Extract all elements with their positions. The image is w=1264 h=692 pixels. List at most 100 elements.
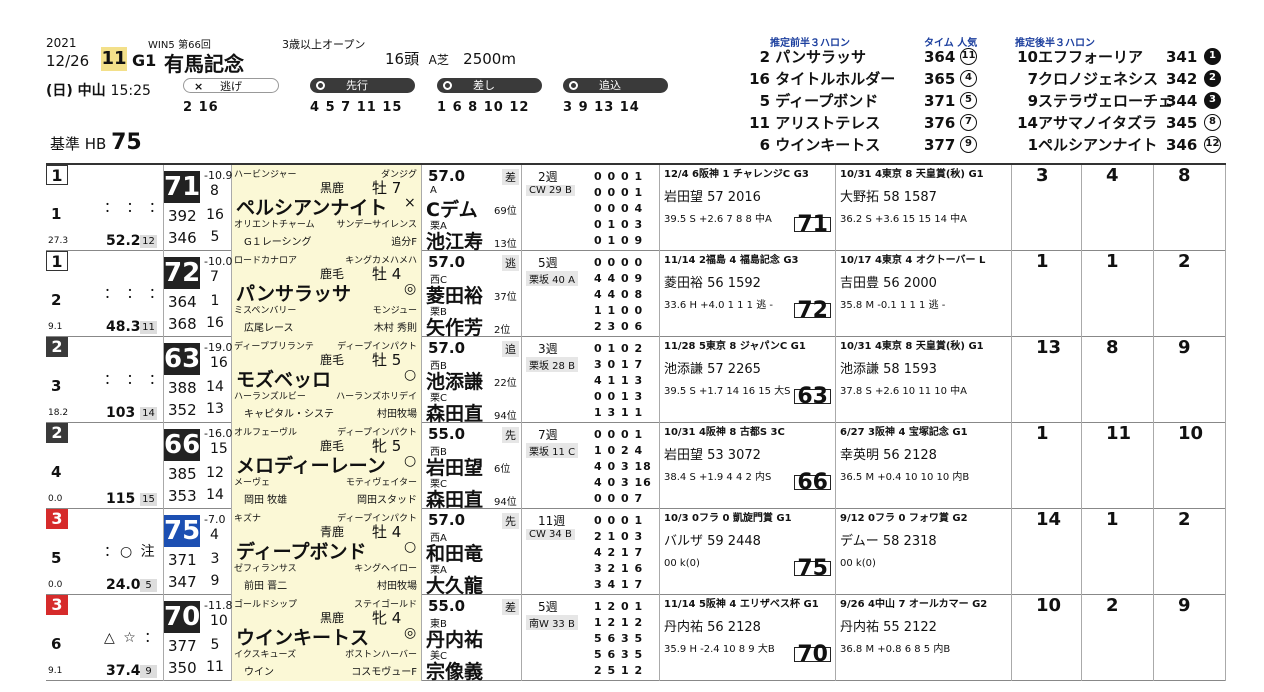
past-race-4[interactable]: 2: [1082, 595, 1154, 681]
horse-info-cell[interactable]: ロードカナロア キングカメハメハ 鹿毛 牡 4 パンサラッサ ◎ ミスペンバリー…: [232, 251, 422, 337]
past-race-4[interactable]: 4: [1082, 165, 1154, 251]
record-row: 0 0 0 1: [594, 514, 644, 527]
past-race-title: 12/4 6阪神 1 チャレンジC G3: [664, 169, 809, 180]
past-race-2[interactable]: 10/31 4東京 8 天皇賞(秋) G1 大野拓 58 1587 36.2 S…: [836, 165, 1012, 251]
past-race-5[interactable]: 10: [1154, 423, 1226, 509]
sex-age: 牡 4: [372, 265, 402, 283]
early-rank: 12: [206, 465, 224, 481]
race-header: 2021 WIN5 第66回 12/26 11 G1 有馬記念 3歳以上オープン…: [0, 0, 1264, 160]
past-race-5[interactable]: 2: [1154, 509, 1226, 595]
jockey-rank: 69位: [494, 206, 517, 217]
past-race-5[interactable]: 9: [1154, 595, 1226, 681]
horse-info-cell[interactable]: キズナ ディープインパクト 青鹿 牡 4 ディープボンド ○ ゼフィランサス キ…: [232, 509, 422, 595]
past-race-5[interactable]: 2: [1154, 251, 1226, 337]
list-item: 1ペルシアンナイト 346 12: [1027, 136, 1221, 154]
past-race-1[interactable]: 11/14 2福島 4 福島記念 G3 菱田裕 56 1592 33.6 H +…: [660, 251, 836, 337]
past-race-4[interactable]: 11: [1082, 423, 1154, 509]
past-race-1[interactable]: 12/4 6阪神 1 チャレンジC G3 岩田望 57 2016 39.5 S …: [660, 165, 836, 251]
past-race-2[interactable]: 9/12 0フラ 0 フォワ賞 G2 デムー 58 2318 00 k(0): [836, 509, 1012, 595]
past-race-2[interactable]: 6/27 3阪神 4 宝塚記念 G1 幸英明 56 2128 36.5 M +0…: [836, 423, 1012, 509]
table-row[interactable]: 1 2 ： ： ： 9.1 48.3 11 72 -10.0 7 364 1 3…: [46, 251, 1226, 339]
finish-position: 1: [1106, 251, 1119, 272]
horse-info-cell[interactable]: ハービンジャー ダンジグ 黒鹿 牡 7 ペルシアンナイト × オリエントチャーム…: [232, 165, 422, 251]
horse-info-cell[interactable]: オルフェーヴル ディープインパクト 鹿毛 牝 5 メロディーレーン ○ メーヴェ…: [232, 423, 422, 509]
horse-info-cell[interactable]: ゴールドシップ ステイゴールド 黒鹿 牝 4 ウインキートス ◎ イクスキューズ…: [232, 595, 422, 681]
past-race-2[interactable]: 10/17 4東京 4 オクトーバー L 吉田豊 56 2000 35.8 M …: [836, 251, 1012, 337]
rating-diff: -11.8: [204, 599, 233, 612]
record-row: 4 2 1 7: [594, 546, 644, 559]
past-race-2[interactable]: 10/31 4東京 8 天皇賞(秋) G1 池添謙 58 1593 37.8 S…: [836, 337, 1012, 423]
rating-cell: 72 -10.0 7 364 1 368 16: [164, 251, 232, 337]
past-race-detail: 36.2 S +3.6 15 15 14 中A: [840, 214, 967, 225]
rating-diff: -10.0: [204, 255, 233, 268]
past-race-1[interactable]: 11/14 5阪神 4 エリザベス杯 G1 丹内祐 56 2128 35.9 H…: [660, 595, 836, 681]
finish-position: 1: [1036, 423, 1049, 444]
rating-diff: -10.9: [204, 169, 233, 182]
entry-cell: 3 6 △ ☆ ： 9.1 37.4 9: [46, 595, 164, 681]
horse-name[interactable]: ウインキートス: [236, 623, 369, 650]
rating-badge: 75: [164, 515, 201, 547]
past-race-5[interactable]: 9: [1154, 337, 1226, 423]
table-row[interactable]: 3 6 △ ☆ ： 9.1 37.4 9 70 -11.8 10 377 5 3…: [46, 595, 1226, 683]
owner: キャピタル・システ: [244, 409, 334, 420]
finish-position: 2: [1178, 509, 1191, 530]
past-race-3[interactable]: 1: [1012, 251, 1082, 337]
past-race-1[interactable]: 10/31 4阪神 8 古都S 3C 岩田望 53 3072 38.4 S +1…: [660, 423, 836, 509]
interval: 5週: [538, 600, 558, 614]
past-race-index: 72: [794, 300, 831, 322]
late-time: 350: [168, 659, 197, 677]
finish-position: 9: [1178, 337, 1191, 358]
past-race-4[interactable]: 1: [1082, 251, 1154, 337]
past-race-index: 63: [794, 386, 831, 408]
circle-icon: [443, 81, 452, 90]
early-time: 377: [168, 637, 197, 655]
rating-diff-rank: 4: [210, 527, 219, 543]
horse-number: 1: [51, 205, 62, 223]
table-row[interactable]: 1 1 ： ： ： 27.3 52.2 12 71 -10.9 8 392 16…: [46, 165, 1226, 253]
jockey-cell: 57.0 差 A Cデム 69位 栗A 池江寿 13位: [422, 165, 522, 253]
past-race-3[interactable]: 10: [1012, 595, 1082, 681]
record-cell: 5週 南W 33 B 1 2 0 1 1 2 1 2 5 6 3 5 5 6 3…: [522, 595, 660, 681]
past-race-5[interactable]: 8: [1154, 165, 1226, 251]
table-row[interactable]: 2 3 ： ： ： 18.2 103 14 63 -19.0 16 388 14…: [46, 337, 1226, 425]
trainer-rank: 94位: [494, 497, 517, 508]
list-item: 6 ウインキートス 377 9: [748, 134, 1008, 156]
trainer-name: 池江寿: [426, 231, 484, 253]
past-race-title: 11/14 5阪神 4 エリザベス杯 G1: [664, 599, 819, 610]
record-row: 0 0 0 1: [594, 186, 644, 199]
past-race-detail: 33.6 H +4.0 1 1 1 逃 -: [664, 300, 774, 311]
horse-mark: ○: [404, 453, 417, 469]
waku-badge: 1: [46, 251, 68, 271]
past-race-3[interactable]: 14: [1012, 509, 1082, 595]
horse-info-cell[interactable]: ディープブリランテ ディープインパクト 鹿毛 牡 5 モズベッロ ○ ハーランズ…: [232, 337, 422, 423]
horse-name[interactable]: パンサラッサ: [236, 279, 351, 306]
odds: 37.4: [106, 663, 141, 679]
finish-position: 8: [1178, 165, 1191, 186]
past-race-1[interactable]: 11/28 5東京 8 ジャパンC G1 池添謙 57 2265 39.5 S …: [660, 337, 836, 423]
carried-weight: 55.0: [428, 597, 466, 615]
past-race-title: 6/27 3阪神 4 宝塚記念 G1: [840, 427, 968, 438]
past-race-1[interactable]: 10/3 0フラ 0 凱旋門賞 G1 バルザ 59 2448 00 k(0) 7…: [660, 509, 836, 595]
past-race-3[interactable]: 13: [1012, 337, 1082, 423]
past-race-2[interactable]: 9/26 4中山 7 オールカマー G2 丹内祐 55 2122 36.8 M …: [836, 595, 1012, 681]
table-row[interactable]: 3 5 ：○ 注 0.0 24.0 5 75 -7.0 4 371 3 347 …: [46, 509, 1226, 597]
horse-name[interactable]: ペルシアンナイト: [236, 193, 387, 220]
odds-index: 0.0: [48, 494, 63, 504]
horse-name[interactable]: メロディーレーン: [236, 451, 386, 478]
sire: ゴールドシップ: [234, 600, 298, 610]
past-race-3[interactable]: 1: [1012, 423, 1082, 509]
rating-badge: 71: [164, 171, 201, 203]
horse-name[interactable]: モズベッロ: [236, 365, 331, 392]
record-cell: 11週 CW 34 B 0 0 0 1 2 1 0 3 4 2 1 7 3 2 …: [522, 509, 660, 595]
horse-name[interactable]: ディープボンド: [236, 537, 367, 564]
past-race-4[interactable]: 1: [1082, 509, 1154, 595]
race-grade: G1: [132, 51, 157, 70]
early-rank: 14: [206, 379, 224, 395]
dam-dam-sire: モティヴェイター: [345, 478, 417, 488]
late-pace-list: 10エフフォーリア 341 1 7クロノジェネシス 342 2 9ステラヴェローチェ 34…: [1016, 46, 1226, 156]
table-row[interactable]: 2 4 0.0 115 15 66 -16.0 15 385 12 353 14…: [46, 423, 1226, 511]
record-row: 0 1 0 3: [594, 218, 644, 231]
past-race-3[interactable]: 3: [1012, 165, 1082, 251]
past-race-4[interactable]: 8: [1082, 337, 1154, 423]
horse-mark: ◎: [404, 281, 417, 297]
